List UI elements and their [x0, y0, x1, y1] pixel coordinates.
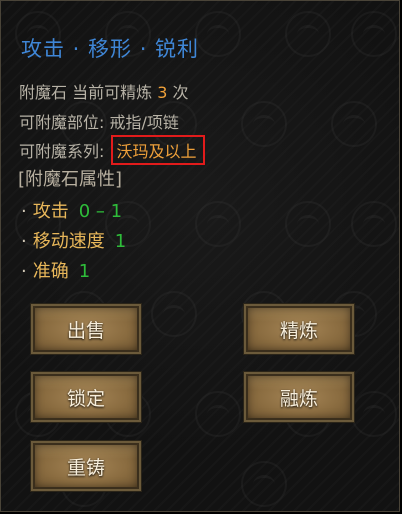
fuse-button[interactable]: 融炼: [243, 371, 355, 423]
attribute-row: · 准确 1: [21, 257, 90, 283]
attribute-row: · 移动速度 1: [21, 227, 126, 253]
attribute-name: 移动速度: [32, 231, 105, 252]
item-title: 攻击 · 移形 · 锐利: [21, 37, 200, 61]
enchant-slot-line: 可附魔部位: 戒指/项链: [19, 113, 179, 132]
recast-button[interactable]: 重铸: [30, 440, 142, 492]
bullet-dot: ·: [21, 201, 27, 222]
refine-suffix: 次: [167, 83, 189, 102]
item-tooltip-panel: 攻击 · 移形 · 锐利 附魔石 当前可精炼 3 次 可附魔部位: 戒指/项链 …: [0, 0, 400, 512]
bullet-dot: ·: [21, 231, 27, 252]
sell-button[interactable]: 出售: [30, 303, 142, 355]
refine-count: 3: [157, 83, 168, 102]
bullet-dot: ·: [21, 261, 27, 282]
attribute-value: 1: [78, 261, 91, 282]
enchant-series-label: 可附魔系列:: [19, 142, 110, 161]
refine-button[interactable]: 精炼: [243, 303, 355, 355]
refine-count-line: 附魔石 当前可精炼 3 次: [19, 79, 188, 103]
attributes-header: [附魔石属性]: [18, 169, 123, 190]
attribute-row: · 攻击 0 – 1: [21, 197, 122, 223]
refine-prefix: 附魔石 当前可精炼: [19, 83, 158, 102]
attribute-name: 攻击: [32, 201, 69, 222]
enchant-series-value: 沃玛及以上: [111, 135, 205, 165]
attribute-value: 1: [114, 231, 127, 252]
enchant-series-line: 可附魔系列: 沃玛及以上: [19, 135, 205, 165]
lock-button[interactable]: 锁定: [30, 371, 142, 423]
attribute-value: 0 – 1: [78, 201, 123, 222]
attribute-name: 准确: [32, 261, 69, 282]
